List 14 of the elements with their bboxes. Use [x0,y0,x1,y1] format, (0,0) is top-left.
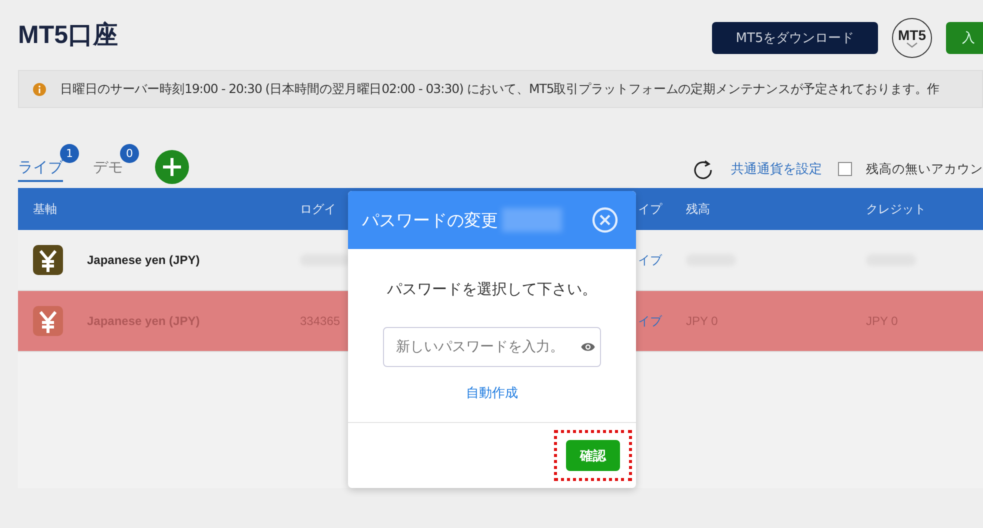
column-header: イプ [638,200,664,218]
table-cell: イブ [638,312,662,330]
table-cell: イブ [638,252,662,268]
column-header: クレジット [866,200,927,218]
checkbox-label: 残高の無いアカウン [866,160,983,178]
column-header: 残高 [686,200,711,218]
column-header: ログイ [300,200,337,218]
notice-text: 日曜日のサーバー時刻19:00 - 20:30 (日本時間の翌月曜日02:00 - 03:30) において、MT5取引プラットフォームの定期メンテナンスが予定されております。作 [60,80,940,98]
column-header: 基軸 [32,200,58,218]
dialog-title: パスワードの変更 [362,210,498,232]
dialog-message: パスワードを選択して下さい。 [387,280,597,299]
table-cell: Japanese yen (JPY) [87,253,200,267]
page-title: MT5口座 [18,20,118,51]
count-badge: 0 [120,144,139,163]
